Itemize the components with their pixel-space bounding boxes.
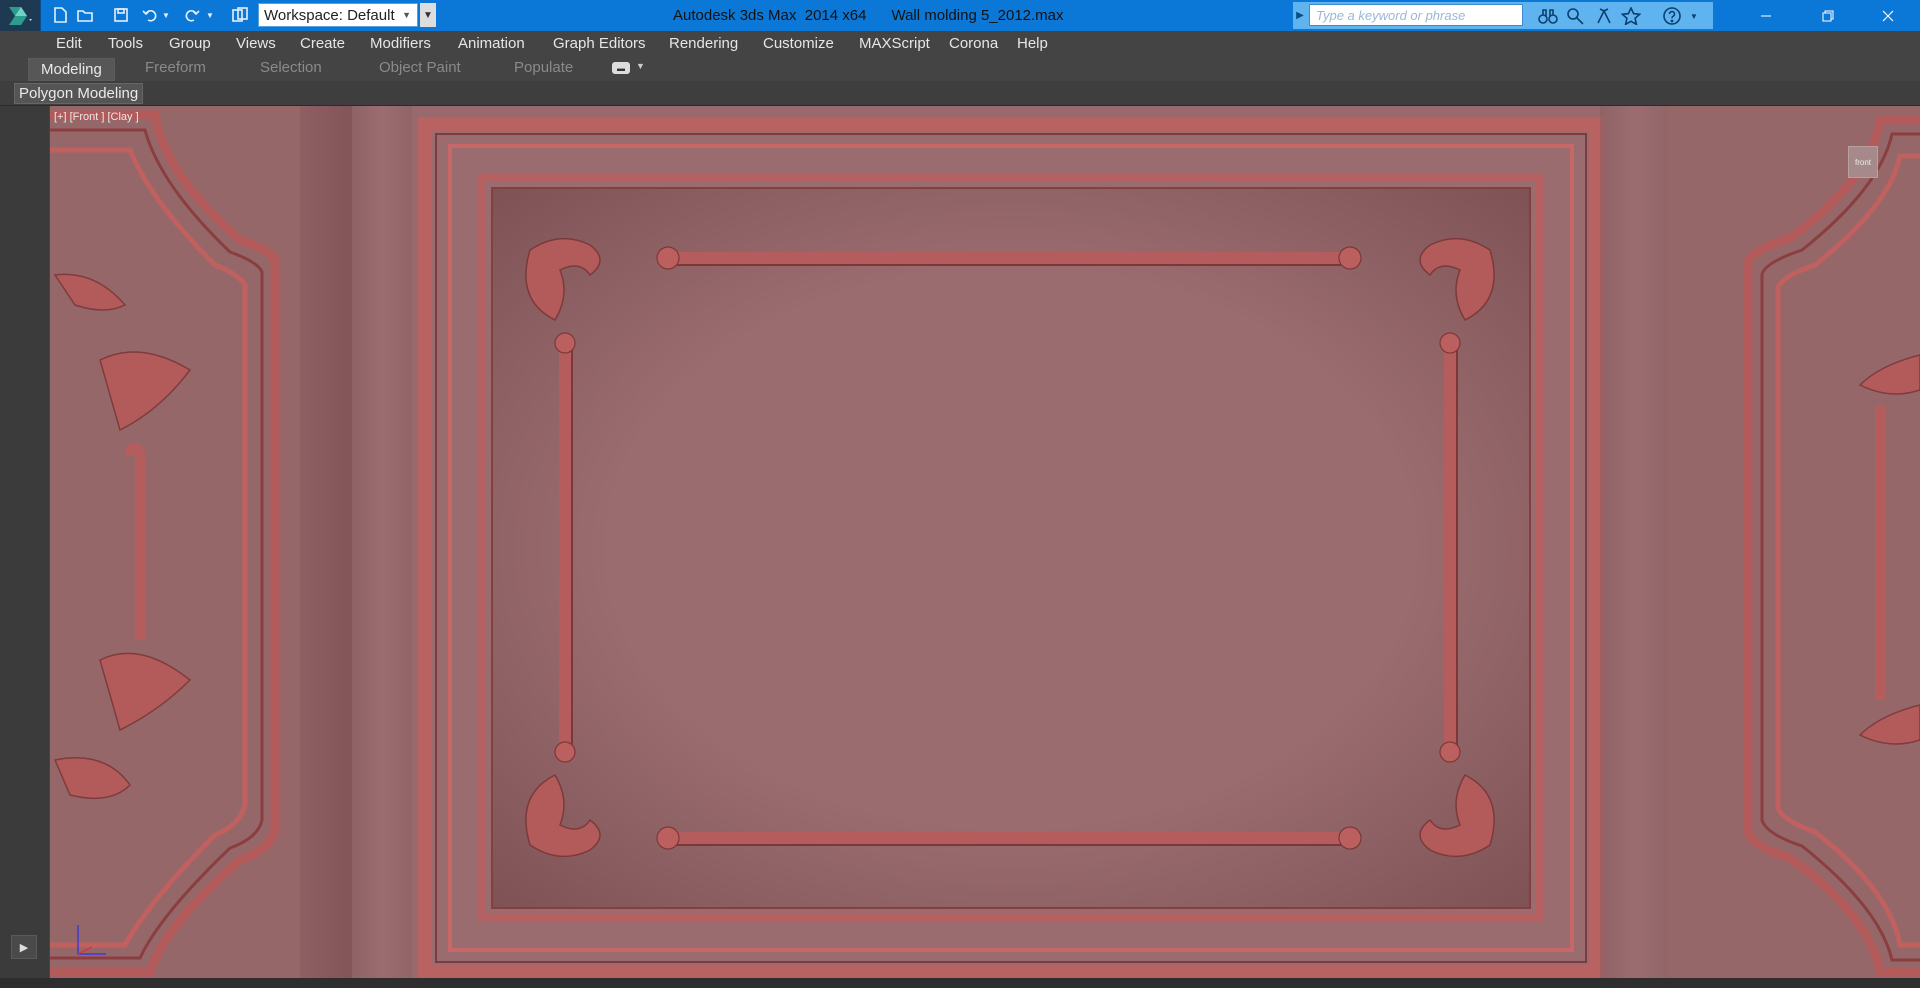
menu-edit[interactable]: Edit [56, 35, 82, 52]
ribbon-minimize-toggle[interactable]: ▬ [612, 62, 630, 74]
menu-graph-editors[interactable]: Graph Editors [553, 35, 646, 52]
viewport-label[interactable]: [+] [Front ] [Clay ] [54, 111, 139, 123]
menu-rendering[interactable]: Rendering [669, 35, 738, 52]
save-icon[interactable] [109, 3, 133, 27]
menu-bar: Edit Tools Group Views Create Modifiers … [0, 31, 1920, 56]
tab-freeform[interactable]: Freeform [145, 59, 206, 76]
app-title: Autodesk 3ds Max 2014 x64 [673, 7, 867, 24]
tab-selection[interactable]: Selection [260, 59, 322, 76]
star-icon[interactable] [1620, 6, 1642, 26]
workspace-options-button[interactable]: ▼ [420, 3, 436, 27]
ribbon-tabs: Modeling Freeform Selection Object Paint… [0, 56, 1920, 81]
ribbon-panel: Polygon Modeling [0, 81, 1920, 106]
expand-arrow-icon[interactable]: ▶ [1293, 2, 1307, 29]
infocenter: ▶ Type a keyword or phrase ▼ [1293, 2, 1713, 29]
menu-animation[interactable]: Animation [458, 35, 525, 52]
search-input[interactable]: Type a keyword or phrase [1309, 4, 1523, 26]
menu-maxscript[interactable]: MAXScript [859, 35, 930, 52]
restore-icon[interactable] [1800, 0, 1856, 31]
binoculars-icon[interactable] [1537, 6, 1559, 26]
axis-tripod-icon [66, 920, 116, 965]
menu-tools[interactable]: Tools [108, 35, 143, 52]
new-file-icon[interactable] [48, 3, 72, 27]
tab-modeling[interactable]: Modeling [28, 58, 115, 81]
title-bar: ▼ ▼ Workspace: Default ▼ ▼ Autodesk 3ds … [0, 0, 1920, 31]
menu-create[interactable]: Create [300, 35, 345, 52]
minimize-icon[interactable] [1738, 0, 1794, 31]
subscription-icon[interactable] [1593, 6, 1615, 26]
connect-icon[interactable] [1565, 6, 1587, 26]
play-icon[interactable]: ▶ [11, 935, 37, 959]
menu-customize[interactable]: Customize [763, 35, 834, 52]
app-menu-button[interactable] [0, 0, 41, 31]
menu-help[interactable]: Help [1017, 35, 1048, 52]
redo-dropdown[interactable]: ▼ [204, 3, 216, 27]
chevron-down-icon: ▼ [402, 10, 411, 20]
help-icon[interactable] [1661, 6, 1683, 26]
tab-object-paint[interactable]: Object Paint [379, 59, 461, 76]
workspace-dropdown[interactable]: Workspace: Default ▼ [258, 3, 418, 27]
polygon-modeling-panel[interactable]: Polygon Modeling [14, 83, 144, 104]
undo-dropdown[interactable]: ▼ [160, 3, 172, 27]
menu-views[interactable]: Views [236, 35, 276, 52]
open-folder-icon[interactable] [73, 3, 97, 27]
3ds-max-logo-icon [9, 6, 32, 25]
menu-group[interactable]: Group [169, 35, 211, 52]
tab-populate[interactable]: Populate [514, 59, 573, 76]
left-toolbar [0, 106, 49, 988]
redo-icon[interactable] [180, 3, 204, 27]
window-title: Autodesk 3ds Max 2014 x64 Wall molding 5… [673, 7, 1064, 24]
viewcube[interactable]: front [1848, 146, 1878, 178]
wall-molding-render [50, 106, 1920, 982]
help-dropdown[interactable]: ▼ [1683, 6, 1705, 26]
viewport-front[interactable] [50, 106, 1920, 982]
workspace-label: Workspace: Default [264, 6, 395, 24]
menu-corona[interactable]: Corona [949, 35, 998, 52]
file-name: Wall molding 5_2012.max [891, 7, 1064, 24]
project-folder-icon[interactable] [228, 3, 252, 27]
status-bar-strip [0, 978, 1920, 988]
close-icon[interactable] [1860, 0, 1916, 31]
chevron-down-icon[interactable]: ▼ [636, 61, 645, 71]
menu-modifiers[interactable]: Modifiers [370, 35, 431, 52]
undo-icon[interactable] [138, 3, 162, 27]
